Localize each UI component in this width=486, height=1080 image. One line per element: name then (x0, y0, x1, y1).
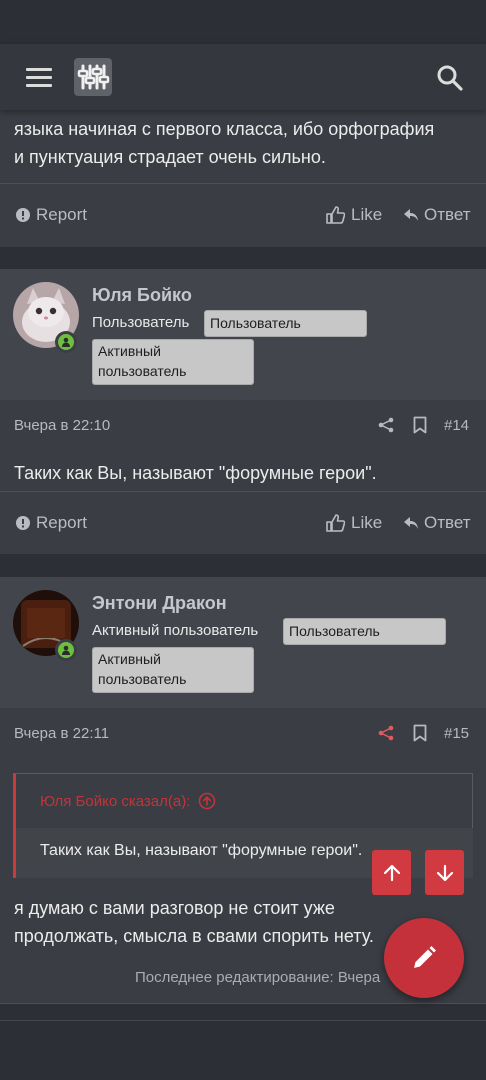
post15-user-block: Энтони Дракон Активный пользователь Поль… (0, 577, 486, 708)
quote-author[interactable]: Юля Бойко сказал(а): (40, 792, 216, 810)
username[interactable]: Энтони Дракон (92, 593, 227, 614)
app-header (0, 44, 486, 110)
user-badge: Активный пользователь (92, 647, 254, 693)
online-status-icon (55, 639, 77, 661)
post14-actions: Report Like Ответ (0, 492, 486, 554)
post-number[interactable]: #15 (444, 725, 469, 742)
divider (0, 183, 486, 184)
badge-line: Активный (98, 343, 161, 359)
post-number[interactable]: #14 (444, 417, 469, 434)
bookmark-icon[interactable] (413, 416, 427, 439)
user-title: Активный пользователь (92, 622, 259, 639)
post-text-line: и пунктуация страдает очень сильно. (14, 147, 326, 167)
menu-icon[interactable] (26, 68, 54, 88)
report-button[interactable]: Report (16, 205, 87, 225)
post-body: языка начиная с первого класса, ибо орфо… (14, 115, 434, 171)
report-button[interactable]: Report (16, 513, 87, 533)
post-separator (0, 554, 486, 577)
like-button[interactable]: Like (326, 513, 382, 533)
reply-icon (404, 209, 418, 221)
user-badge: Пользователь (204, 310, 367, 337)
reply-button[interactable]: Ответ (404, 205, 471, 225)
search-icon[interactable] (436, 64, 464, 92)
scroll-up-button[interactable] (372, 850, 411, 895)
like-label: Like (351, 205, 383, 224)
bookmark-icon[interactable] (413, 724, 427, 747)
user-title: Пользователь (92, 314, 190, 331)
like-label: Like (351, 513, 383, 532)
share-icon[interactable] (378, 417, 394, 438)
user-badge: Пользователь (283, 618, 446, 645)
badge-line: пользователь (98, 671, 187, 687)
quote-text: Таких как Вы, называют "форумные герои". (40, 842, 363, 859)
post-body: Таких как Вы, называют "форумные герои". (14, 463, 377, 483)
report-label: Report (36, 513, 88, 532)
reply-icon (404, 517, 418, 529)
reply-button[interactable]: Ответ (404, 513, 471, 533)
post-separator (0, 247, 486, 269)
report-icon (16, 516, 30, 530)
post-separator (0, 1004, 486, 1020)
thumbs-up-icon (326, 514, 345, 532)
user-badge: Активный пользователь (92, 339, 254, 385)
post-card-top: языка начиная с первого класса, ибо орфо… (0, 110, 486, 247)
post-text-line: продолжать, смысла в свами спорить нету. (14, 926, 374, 946)
compose-button[interactable] (384, 918, 464, 998)
report-icon (16, 208, 30, 222)
badge-line: Активный (98, 651, 161, 667)
post-date[interactable]: Вчера в 22:10 (14, 417, 110, 434)
post-text-line: языка начиная с первого класса, ибо орфо… (14, 119, 435, 139)
scroll-down-button[interactable] (425, 850, 464, 895)
reply-label: Ответ (424, 513, 471, 532)
badge-line: пользователь (98, 363, 187, 379)
arrow-up-icon (383, 864, 400, 881)
divider (0, 1020, 486, 1021)
share-icon[interactable] (378, 725, 394, 746)
arrow-down-icon (436, 864, 453, 881)
like-button[interactable]: Like (326, 205, 382, 225)
status-bar (0, 0, 486, 44)
post14-user-block: Юля Бойко Пользователь Пользователь Акти… (0, 269, 486, 400)
post-body: я думаю с вами разговор не стоит уже про… (14, 894, 414, 950)
online-status-icon (55, 331, 77, 353)
forum-logo-icon[interactable] (74, 58, 112, 96)
post-date[interactable]: Вчера в 22:11 (14, 725, 109, 742)
username[interactable]: Юля Бойко (92, 285, 192, 306)
arrow-up-circle-icon[interactable] (198, 792, 216, 810)
thumbs-up-icon (326, 206, 345, 224)
last-edited-note: Последнее редактирование: Вчера (135, 969, 381, 986)
quote-author-label: Юля Бойко сказал(а): (40, 792, 191, 810)
reply-label: Ответ (424, 205, 471, 224)
pencil-icon (414, 946, 436, 968)
post-text-line: я думаю с вами разговор не стоит уже (14, 898, 335, 918)
report-label: Report (36, 205, 88, 224)
